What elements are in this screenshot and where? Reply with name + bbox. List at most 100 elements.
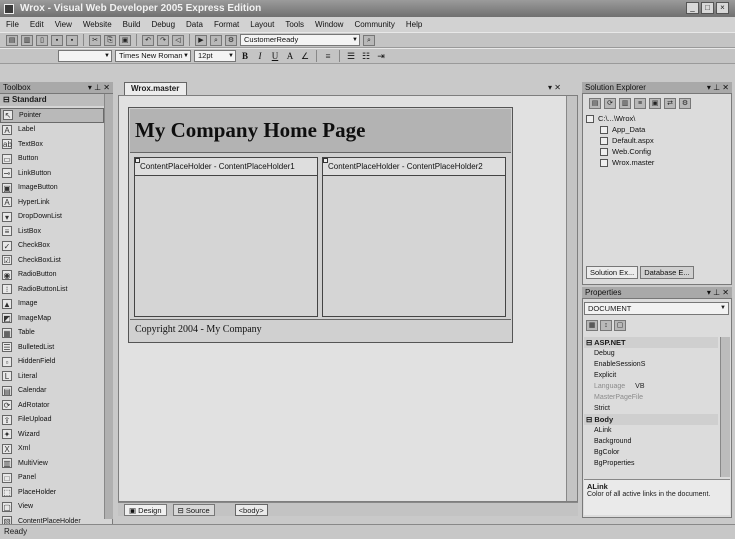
toolbox-group-standard[interactable]: ⊟ Standard <box>0 94 113 106</box>
tree-node[interactable]: Web.Config <box>586 146 726 157</box>
toolbox-item-bulletedlist[interactable]: ☰ BulletedList <box>0 340 104 355</box>
properties-icon[interactable]: ▤ <box>589 97 601 109</box>
toolbox-item-imagebutton[interactable]: ▣ ImageButton <box>0 181 104 196</box>
indent-icon[interactable]: ⇥ <box>375 50 387 62</box>
align-icon[interactable]: ≡ <box>322 50 334 62</box>
property-row[interactable]: EnableSessionS <box>584 359 718 370</box>
save-icon[interactable]: ▪ <box>51 34 63 46</box>
tab-source[interactable]: ⊟ Source <box>172 503 215 516</box>
toolbox-item-pointer[interactable]: ↖ Pointer <box>0 108 104 123</box>
toolbox-item-multiview[interactable]: ▥ MultiView <box>0 456 104 471</box>
menu-data[interactable]: Data <box>186 20 203 29</box>
menu-community[interactable]: Community <box>354 20 394 29</box>
cut-icon[interactable]: ✂ <box>89 34 101 46</box>
new-project-icon[interactable]: ▤ <box>6 34 18 46</box>
open-icon[interactable]: ▯ <box>36 34 48 46</box>
toolbox-item-radiobutton[interactable]: ◉ RadioButton <box>0 268 104 283</box>
properties-scrollbar[interactable] <box>720 337 730 477</box>
property-row[interactable]: Background <box>584 436 718 447</box>
menu-tools[interactable]: Tools <box>285 20 304 29</box>
menu-website[interactable]: Website <box>83 20 112 29</box>
toolbox-item-button[interactable]: ▭ Button <box>0 152 104 167</box>
bullets-icon[interactable]: ☰ <box>345 50 357 62</box>
editor-scrollbar[interactable] <box>566 96 577 501</box>
toolbox-item-xml[interactable]: X Xml <box>0 442 104 457</box>
toolbox-item-dropdownlist[interactable]: ▾ DropDownList <box>0 210 104 225</box>
menu-window[interactable]: Window <box>315 20 343 29</box>
copy-icon[interactable]: ⎘ <box>104 34 116 46</box>
bold-button[interactable]: B <box>239 50 251 62</box>
italic-button[interactable]: I <box>254 50 266 62</box>
toolbox-item-linkbutton[interactable]: ⊸ LinkButton <box>0 166 104 181</box>
property-row[interactable]: Explicit <box>584 370 718 381</box>
property-row[interactable]: BgProperties <box>584 458 718 469</box>
toolbox-item-listbox[interactable]: ≡ ListBox <box>0 224 104 239</box>
save-all-icon[interactable]: ▪ <box>66 34 78 46</box>
toolbox-pin-icon[interactable]: ▾ ⊥ ✕ <box>88 82 110 93</box>
menu-build[interactable]: Build <box>123 20 141 29</box>
toolbox-item-checkbox[interactable]: ✓ CheckBox <box>0 239 104 254</box>
toolbox-item-adrotator[interactable]: ⟳ AdRotator <box>0 398 104 413</box>
content-placeholder-2[interactable]: ContentPlaceHolder - ContentPlaceHolder2 <box>322 157 506 317</box>
toolbox-item-hiddenfield[interactable]: ▫ HiddenField <box>0 355 104 370</box>
property-category[interactable]: ⊟ ASP.NET <box>584 337 718 348</box>
content-placeholder-1[interactable]: ContentPlaceHolder - ContentPlaceHolder1 <box>134 157 318 317</box>
config-icon[interactable]: ⚙ <box>225 34 237 46</box>
toolbox-item-placeholder[interactable]: ⬚ PlaceHolder <box>0 485 104 500</box>
menu-help[interactable]: Help <box>406 20 422 29</box>
tree-node[interactable]: Wrox.master <box>586 157 726 168</box>
maximize-button[interactable]: □ <box>701 2 714 14</box>
property-category[interactable]: ⊟ Body <box>584 414 718 425</box>
start-debug-icon[interactable]: ▶ <box>195 34 207 46</box>
highlight-icon[interactable]: ∠ <box>299 50 311 62</box>
tab-wrox-master[interactable]: Wrox.master <box>124 82 187 95</box>
menu-layout[interactable]: Layout <box>250 20 274 29</box>
menu-debug[interactable]: Debug <box>151 20 175 29</box>
find-icon[interactable]: ⌕ <box>210 34 222 46</box>
menu-edit[interactable]: Edit <box>30 20 44 29</box>
config-combo[interactable]: CustomerReady ▼ <box>240 34 360 46</box>
tab-design[interactable]: ▣ Design <box>124 503 167 516</box>
property-row[interactable]: Strict <box>584 403 718 414</box>
solution-explorer-pin-icon[interactable]: ▾ ⊥ ✕ <box>707 82 729 93</box>
font-size-combo[interactable]: 12pt ▼ <box>194 50 236 62</box>
toolbox-item-fileupload[interactable]: ⇪ FileUpload <box>0 413 104 428</box>
toolbox-item-wizard[interactable]: ✦ Wizard <box>0 427 104 442</box>
property-row[interactable]: MasterPageFile <box>584 392 718 403</box>
menu-format[interactable]: Format <box>214 20 239 29</box>
toolbox-item-textbox[interactable]: ab TextBox <box>0 137 104 152</box>
toolbox-item-table[interactable]: ▦ Table <box>0 326 104 341</box>
tab-database-explorer[interactable]: Database E... <box>640 266 694 279</box>
asp-config-icon[interactable]: ⚙ <box>679 97 691 109</box>
refresh-icon[interactable]: ⟳ <box>604 97 616 109</box>
document-close-icon[interactable]: ▾ ✕ <box>548 83 561 92</box>
tree-node[interactable]: App_Data <box>586 124 726 135</box>
categorized-icon[interactable]: ▦ <box>586 320 598 331</box>
numbering-icon[interactable]: ☷ <box>360 50 372 62</box>
property-row[interactable]: Language VB <box>584 381 718 392</box>
font-name-combo[interactable]: Times New Roman ▼ <box>115 50 191 62</box>
toolbox-item-calendar[interactable]: ▤ Calendar <box>0 384 104 399</box>
undo-icon[interactable]: ↶ <box>142 34 154 46</box>
navigate-icon[interactable]: ◁ <box>172 34 184 46</box>
underline-button[interactable]: U <box>269 50 281 62</box>
tag-navigator-body[interactable]: <body> <box>234 503 268 516</box>
toolbox-item-image[interactable]: ▲ Image <box>0 297 104 312</box>
property-row[interactable]: Debug <box>584 348 718 359</box>
page-heading[interactable]: My Company Home Page <box>130 109 511 153</box>
tree-node[interactable]: Default.aspx <box>586 135 726 146</box>
find-in-files-icon[interactable]: ⌕ <box>363 34 375 46</box>
close-button[interactable]: × <box>716 2 729 14</box>
paste-icon[interactable]: ▣ <box>119 34 131 46</box>
nest-files-icon[interactable]: ▥ <box>619 97 631 109</box>
toolbox-scrollbar[interactable] <box>104 94 113 519</box>
add-item-icon[interactable]: ▥ <box>21 34 33 46</box>
toolbox-item-panel[interactable]: □ Panel <box>0 471 104 486</box>
redo-icon[interactable]: ↷ <box>157 34 169 46</box>
toolbox-item-literal[interactable]: L Literal <box>0 369 104 384</box>
properties-object-combo[interactable]: DOCUMENT ▼ <box>584 302 729 315</box>
menu-file[interactable]: File <box>6 20 19 29</box>
view-designer-icon[interactable]: ▣ <box>649 97 661 109</box>
copyright-footer[interactable]: Copyright 2004 - My Company <box>130 319 511 339</box>
toolbox-item-radiobuttonlist[interactable]: ⁝ RadioButtonList <box>0 282 104 297</box>
